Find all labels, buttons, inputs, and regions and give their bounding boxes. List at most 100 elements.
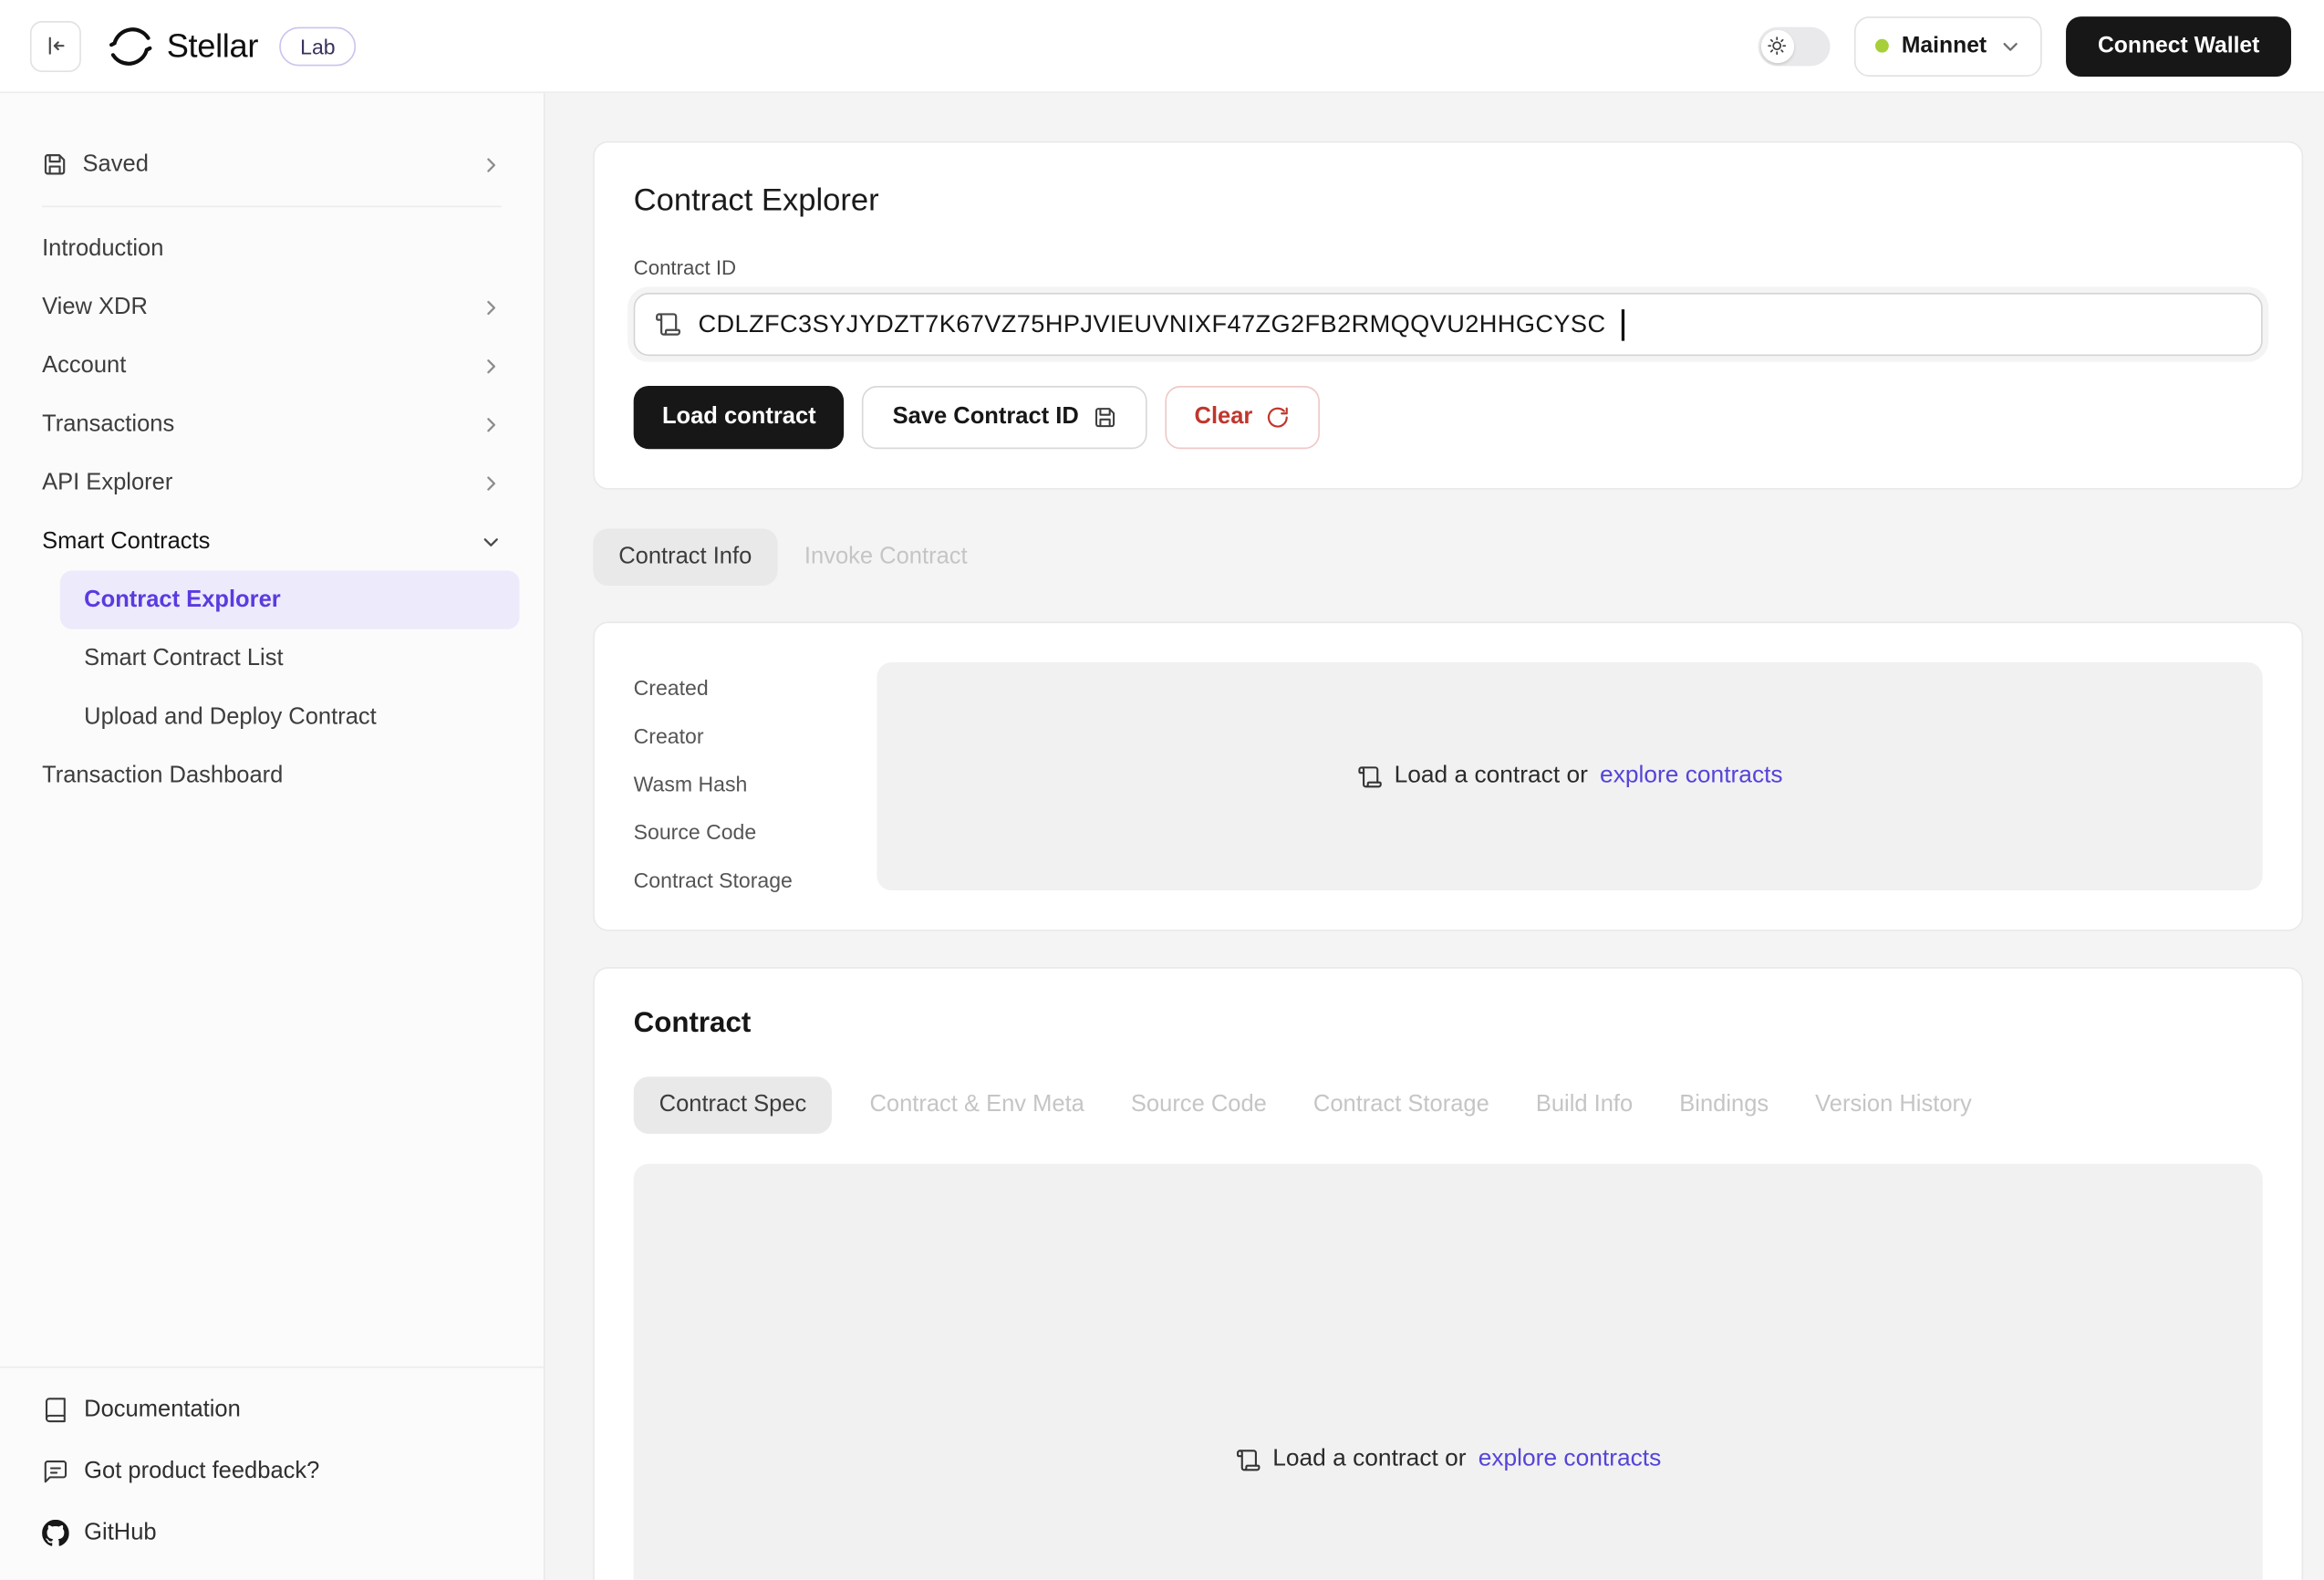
network-label: Mainnet (1902, 33, 1987, 58)
network-select[interactable]: Mainnet (1853, 16, 2042, 76)
stellar-logo-icon (109, 24, 153, 68)
sidebar: Saved Introduction View XDR Account Tran… (0, 93, 545, 1580)
chevron-right-icon (481, 296, 502, 317)
sidebar-item-contract-explorer[interactable]: Contract Explorer (60, 571, 520, 629)
theme-toggle-knob (1760, 29, 1793, 62)
sidebar-item-label: Documentation (84, 1395, 502, 1423)
contract-info-fields: Created Creator Wasm Hash Source Code Co… (634, 662, 841, 890)
explorer-actions: Load contract Save Contract ID Clear (634, 386, 2263, 449)
sidebar-item-label: Account (42, 351, 465, 379)
sidebar-item-api-explorer[interactable]: API Explorer (24, 453, 519, 512)
sidebar-item-label: Transactions (42, 410, 465, 438)
chevron-right-icon (481, 473, 502, 494)
tab-contract-spec[interactable]: Contract Spec (634, 1076, 833, 1134)
main-content: Contract Explorer Contract ID CDLZFC3SYJ… (545, 93, 2324, 1580)
sidebar-item-transaction-dashboard[interactable]: Transaction Dashboard (24, 746, 519, 805)
empty-state-text: Load a contract or (1395, 763, 1588, 790)
lab-badge: Lab (279, 26, 357, 66)
contract-scroll-icon (1356, 764, 1382, 789)
contract-card-title: Contract (634, 1008, 2263, 1041)
save-contract-id-button[interactable]: Save Contract ID (863, 386, 1146, 449)
contract-card: Contract Contract Spec Contract & Env Me… (593, 967, 2303, 1580)
app-body: Saved Introduction View XDR Account Tran… (0, 93, 2324, 1580)
sidebar-item-label: View XDR (42, 293, 465, 321)
collapse-sidebar-icon (45, 35, 67, 57)
book-icon (42, 1396, 69, 1423)
field-source-code: Source Code (634, 821, 841, 842)
contract-scroll-icon (1235, 1447, 1261, 1472)
field-wasm-hash: Wasm Hash (634, 774, 841, 795)
sidebar-item-transactions[interactable]: Transactions (24, 395, 519, 453)
explore-contracts-link[interactable]: explore contracts (1600, 763, 1783, 790)
sidebar-item-introduction[interactable]: Introduction (24, 219, 519, 277)
chevron-down-icon (481, 531, 502, 552)
header-actions: Mainnet Connect Wallet (1758, 16, 2291, 76)
field-created: Created (634, 677, 841, 698)
sidebar-item-label: Transaction Dashboard (42, 762, 502, 790)
sidebar-item-account[interactable]: Account (24, 337, 519, 395)
field-creator: Creator (634, 725, 841, 746)
load-contract-button[interactable]: Load contract (634, 386, 845, 449)
page-title: Contract Explorer (634, 182, 2263, 221)
contract-id-input[interactable]: CDLZFC3SYJYDZT7K67VZ75HPJVIEUVNIXF47ZG2F… (634, 293, 2263, 356)
clear-button[interactable]: Clear (1165, 386, 1321, 449)
contract-info-empty-state: Load a contract or explore contracts (877, 662, 2262, 890)
sidebar-item-label: Got product feedback? (84, 1457, 502, 1485)
sidebar-item-label: Introduction (42, 234, 502, 263)
tab-version-history: Version History (1806, 1076, 1980, 1134)
sidebar-item-documentation[interactable]: Documentation (24, 1380, 519, 1439)
clear-label: Clear (1195, 404, 1253, 431)
chat-bubble-icon (42, 1458, 69, 1485)
tab-contract-info[interactable]: Contract Info (593, 528, 777, 586)
stellar-lab-app: Stellar Lab Mainnet Connect Wallet (0, 0, 2324, 1580)
save-contract-id-label: Save Contract ID (893, 404, 1079, 431)
sidebar-item-feedback[interactable]: Got product feedback? (24, 1441, 519, 1500)
tab-invoke-contract: Invoke Contract (795, 528, 976, 586)
contract-id-label: Contract ID (634, 256, 2263, 279)
sidebar-item-github[interactable]: GitHub (24, 1503, 519, 1562)
logo-text: Stellar (167, 26, 258, 66)
sidebar-item-view-xdr[interactable]: View XDR (24, 278, 519, 337)
stellar-logo[interactable]: Stellar (109, 24, 259, 68)
tab-bindings: Bindings (1670, 1076, 1778, 1134)
connect-wallet-button[interactable]: Connect Wallet (2066, 16, 2291, 76)
tab-build-info: Build Info (1527, 1076, 1642, 1134)
tab-contract-storage: Contract Storage (1304, 1076, 1499, 1134)
explore-contracts-link[interactable]: explore contracts (1478, 1446, 1662, 1473)
sidebar-item-saved[interactable]: Saved (24, 135, 519, 193)
contract-tabs: Contract Info Invoke Contract (593, 528, 2303, 586)
chevron-right-icon (481, 154, 502, 175)
sidebar-item-label: Saved (83, 151, 466, 179)
chevron-down-icon (2000, 36, 2021, 57)
refresh-icon (1266, 405, 1290, 429)
save-icon (42, 151, 67, 177)
sidebar-item-smart-contract-list[interactable]: Smart Contract List (60, 629, 520, 688)
sidebar-divider (42, 206, 502, 208)
sidebar-footer: Documentation Got product feedback? GitH… (0, 1367, 544, 1580)
github-icon (42, 1519, 69, 1546)
network-status-dot (1874, 39, 1888, 53)
chevron-right-icon (481, 355, 502, 376)
chevron-right-icon (481, 414, 502, 435)
header: Stellar Lab Mainnet Connect Wallet (0, 0, 2324, 93)
contract-explorer-card: Contract Explorer Contract ID CDLZFC3SYJ… (593, 141, 2303, 490)
tab-source-code: Source Code (1122, 1076, 1276, 1134)
save-icon (1093, 405, 1116, 429)
field-contract-storage: Contract Storage (634, 869, 841, 890)
sidebar-collapse-button[interactable] (30, 20, 81, 71)
contract-info-card: Created Creator Wasm Hash Source Code Co… (593, 621, 2303, 930)
contract-scroll-icon (655, 311, 682, 338)
sidebar-item-upload-deploy-contract[interactable]: Upload and Deploy Contract (60, 688, 520, 746)
theme-toggle[interactable] (1758, 26, 1830, 66)
sidebar-item-label: Smart Contracts (42, 527, 465, 556)
contract-detail-tabs: Contract Spec Contract & Env Meta Source… (634, 1076, 2263, 1134)
sidebar-item-smart-contracts[interactable]: Smart Contracts (24, 512, 519, 570)
contract-spec-empty-state: Load a contract or explore contracts (634, 1164, 2263, 1580)
sidebar-nav: Saved Introduction View XDR Account Tran… (0, 93, 544, 1367)
text-cursor (1623, 308, 1624, 340)
sidebar-item-label: GitHub (84, 1518, 502, 1546)
tab-contract-env-meta: Contract & Env Meta (861, 1076, 1094, 1134)
smart-contracts-subnav: Contract Explorer Smart Contract List Up… (60, 571, 520, 747)
sun-icon (1768, 36, 1787, 56)
empty-state-text: Load a contract or (1272, 1446, 1466, 1473)
